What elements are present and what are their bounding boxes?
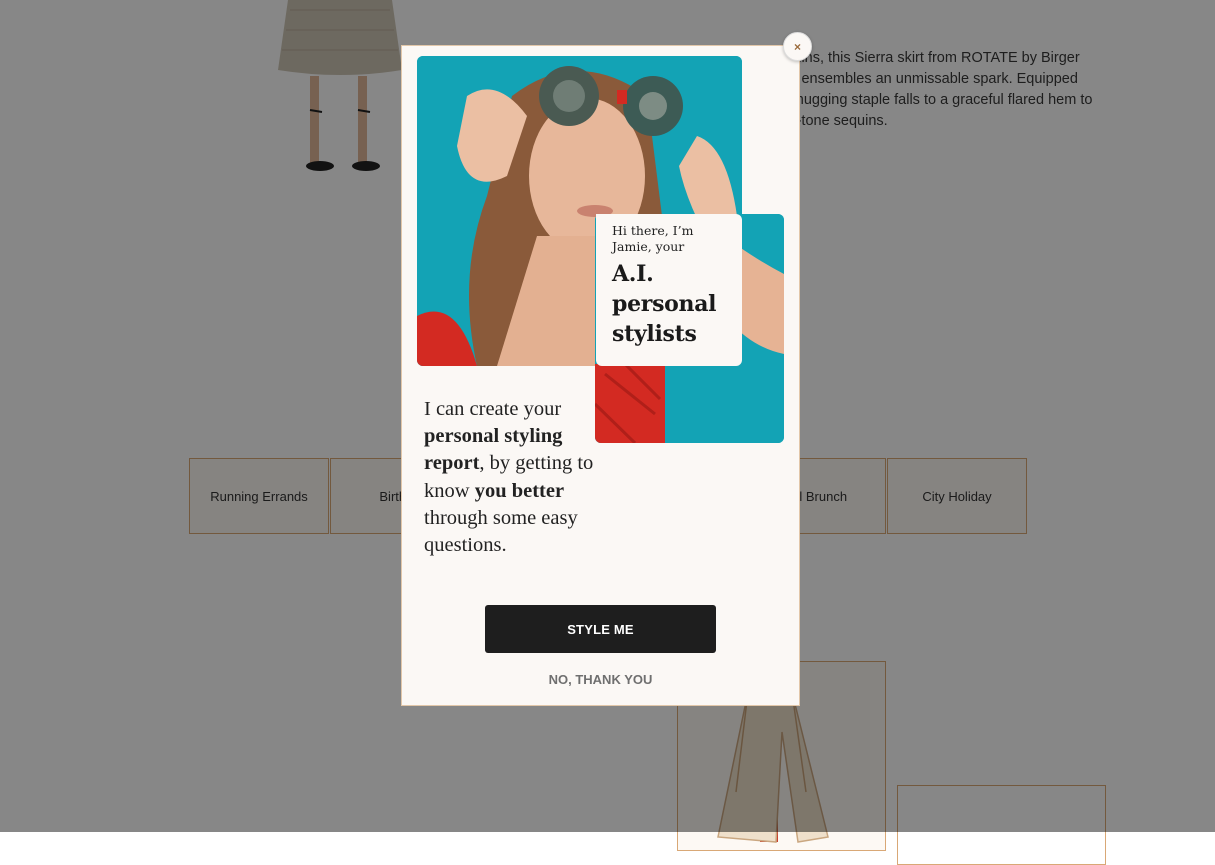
intro-title: A.I. personal stylists — [612, 259, 732, 349]
modal-body-text: I can create your personal styling repor… — [424, 396, 614, 559]
intro-title-line: A.I. — [612, 261, 654, 287]
body-text-bold: you better — [474, 479, 565, 502]
no-thank-you-link[interactable]: NO, THANK YOU — [485, 672, 716, 687]
intro-title-line: stylists — [612, 321, 697, 347]
intro-title-line: personal — [612, 291, 717, 317]
close-modal-button[interactable]: × — [783, 32, 812, 61]
intro-greeting: Hi there, I’m Jamie, your — [612, 223, 694, 254]
close-icon: × — [793, 39, 801, 54]
stylist-intro-card: Hi there, I’m Jamie, your A.I. personal … — [596, 214, 742, 366]
style-me-button[interactable]: STYLE ME — [485, 605, 716, 653]
body-text-part: through some easy questions. — [424, 506, 578, 557]
body-text-part: I can create your — [424, 398, 562, 420]
